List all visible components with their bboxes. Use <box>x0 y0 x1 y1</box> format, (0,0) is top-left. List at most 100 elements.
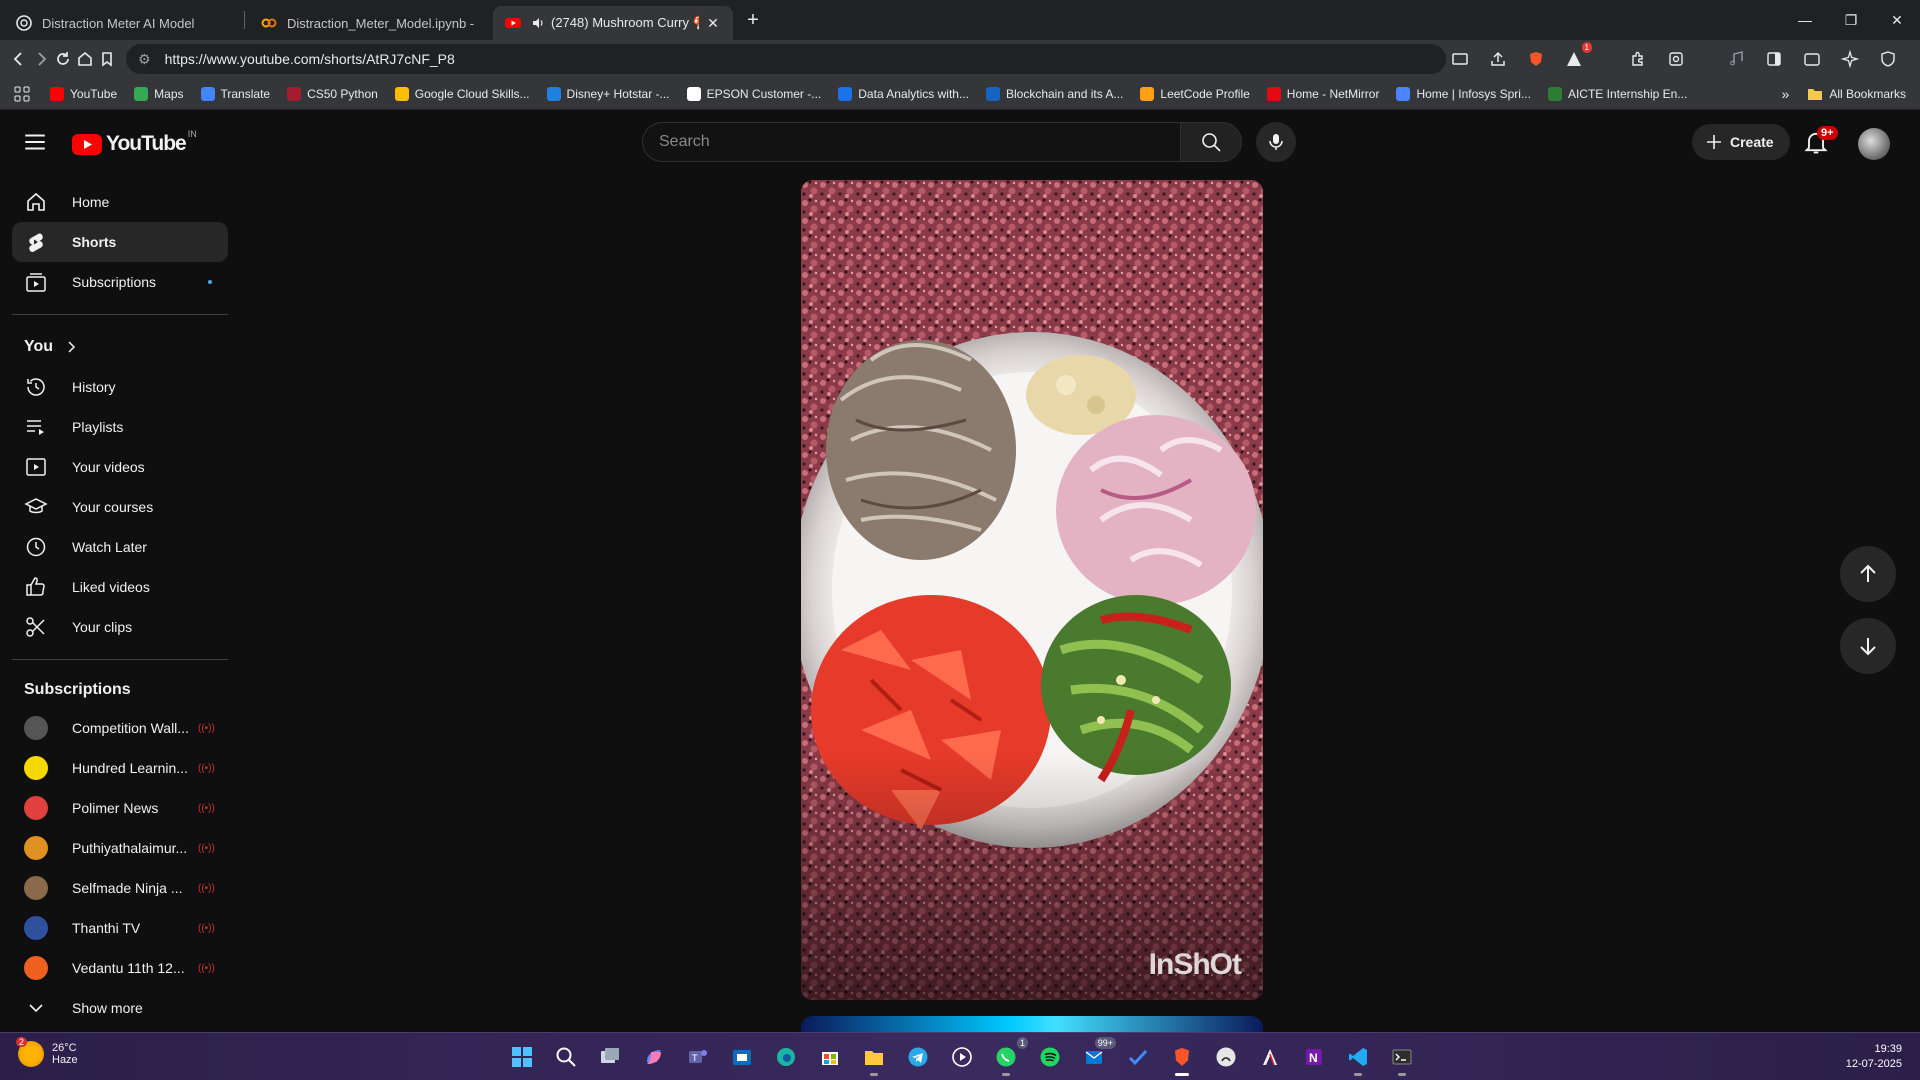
sidebar-toggle-icon[interactable] <box>1760 45 1788 73</box>
sidebar-channel-item[interactable]: Puthiyathalaimur... ((•)) <box>12 828 228 868</box>
home-browser-icon[interactable] <box>76 45 94 73</box>
back-icon[interactable] <box>10 45 28 73</box>
reload-icon[interactable] <box>54 45 72 73</box>
chevron-down-icon <box>29 1004 43 1013</box>
close-tab-icon[interactable]: ✕ <box>705 15 721 31</box>
sidebar-channel-item[interactable]: Vedantu 11th 12... ((•)) <box>12 948 228 988</box>
site-settings-icon[interactable]: ⚙ <box>138 51 151 68</box>
search-input[interactable] <box>642 122 1180 162</box>
bookmark-item[interactable]: Blockchain and its A... <box>985 86 1123 101</box>
sidebar-you-heading[interactable]: You <box>12 327 228 367</box>
address-bar[interactable]: ⚙ https://www.youtube.com/shorts/AtRJ7cN… <box>126 44 1446 74</box>
bookmark-item[interactable]: Google Cloud Skills... <box>394 86 530 101</box>
spotify-icon[interactable] <box>1032 1039 1068 1075</box>
bookmark-item[interactable]: Home | Infosys Spri... <box>1396 86 1531 101</box>
sidebar-item-liked-videos[interactable]: Liked videos <box>12 567 228 607</box>
sidebar-item-history[interactable]: History <box>12 367 228 407</box>
menu-icon[interactable] <box>1912 45 1920 73</box>
restore-icon[interactable]: ❐ <box>1828 0 1874 40</box>
microsoft-store-icon[interactable] <box>724 1039 760 1075</box>
screenshot-icon[interactable] <box>1662 45 1690 73</box>
create-button[interactable]: Create <box>1692 124 1790 160</box>
bookmark-item[interactable]: Home - NetMirror <box>1266 86 1379 101</box>
copilot-icon[interactable] <box>636 1039 672 1075</box>
search-button[interactable] <box>1180 122 1242 162</box>
wallet-icon[interactable] <box>1798 45 1826 73</box>
github-desktop-icon[interactable] <box>1208 1039 1244 1075</box>
browser-tab-youtube-short[interactable]: (2748) Mushroom Curry 🍄 # ✕ <box>493 6 733 40</box>
speaker-icon[interactable] <box>531 16 545 30</box>
shorts-video-player[interactable]: InShOt <box>801 180 1263 1000</box>
weather-widget[interactable]: 2 26°C Haze <box>16 1037 78 1067</box>
extensions-icon[interactable] <box>1624 45 1652 73</box>
page-scrollbar[interactable] <box>1912 174 1920 1032</box>
forward-icon[interactable] <box>32 45 50 73</box>
telegram-icon[interactable] <box>900 1039 936 1075</box>
vscode-icon[interactable] <box>1340 1039 1376 1076</box>
sidebar-item-home[interactable]: Home <box>12 182 228 222</box>
windows-start-icon[interactable] <box>504 1039 540 1075</box>
account-avatar[interactable] <box>1858 128 1890 160</box>
brave-rewards-icon[interactable]: 1 <box>1560 42 1592 73</box>
bookmark-item[interactable]: Data Analytics with... <box>838 86 969 101</box>
sidebar-item-watch-later[interactable]: Watch Later <box>12 527 228 567</box>
youtube-logo[interactable]: YouTube IN <box>72 129 197 156</box>
new-tab-button[interactable]: + <box>739 6 767 34</box>
show-more-button[interactable]: Show more <box>12 988 228 1028</box>
sidebar-item-playlists[interactable]: Playlists <box>12 407 228 447</box>
minimize-icon[interactable]: — <box>1782 0 1828 40</box>
bookmark-item[interactable]: Disney+ Hotstar -... <box>546 86 670 101</box>
bookmark-item[interactable]: AICTE Internship En... <box>1547 86 1687 101</box>
teams-icon[interactable]: T <box>680 1039 716 1075</box>
close-window-icon[interactable]: ✕ <box>1874 0 1920 40</box>
next-short-button[interactable] <box>1840 618 1896 674</box>
bookmark-item[interactable]: YouTube <box>50 86 117 101</box>
outlook-mail-icon[interactable]: 99+ <box>1076 1037 1116 1075</box>
sidebar-channel-item[interactable]: Thanthi TV ((•)) <box>12 908 228 948</box>
whatsapp-icon[interactable]: 1 <box>988 1037 1028 1076</box>
media-player-icon[interactable] <box>944 1039 980 1075</box>
vpn-icon[interactable] <box>1874 45 1902 73</box>
browser-tab-colab[interactable]: Distraction_Meter_Model.ipynb - Col <box>249 6 489 40</box>
system-clock[interactable]: 19:39 12-07-2025 <box>1846 1042 1902 1072</box>
bookmark-item[interactable]: Maps <box>134 86 184 101</box>
media-icon[interactable] <box>1722 45 1750 73</box>
bookmark-item[interactable]: LeetCode Profile <box>1140 86 1250 101</box>
share-icon[interactable] <box>1484 45 1512 73</box>
todo-icon[interactable] <box>1120 1039 1156 1075</box>
terminal-icon[interactable] <box>1384 1039 1420 1076</box>
browser-tab-distraction-meter[interactable]: Distraction Meter AI Model <box>4 6 244 40</box>
hamburger-menu-icon[interactable] <box>22 129 48 155</box>
next-short-preview[interactable] <box>801 1016 1263 1032</box>
previous-short-button[interactable] <box>1840 546 1896 602</box>
file-explorer-icon[interactable] <box>856 1039 892 1076</box>
onenote-icon[interactable]: N <box>1296 1039 1332 1075</box>
weather-badge: 2 <box>16 1037 28 1047</box>
sidebar-item-shorts[interactable]: Shorts <box>12 222 228 262</box>
sidebar-item-subscriptions[interactable]: Subscriptions <box>12 262 228 302</box>
sidebar-channel-item[interactable]: Competition Wall... ((•)) <box>12 708 228 748</box>
sidebar-item-your-courses[interactable]: Your courses <box>12 487 228 527</box>
sidebar-channel-item[interactable]: Hundred Learnin... ((•)) <box>12 748 228 788</box>
bookmark-icon[interactable] <box>98 45 116 73</box>
taskbar-search-icon[interactable] <box>548 1039 584 1075</box>
brave-shield-icon[interactable] <box>1522 45 1550 73</box>
leo-ai-icon[interactable] <box>1836 45 1864 73</box>
edge-icon[interactable] <box>768 1039 804 1075</box>
bookmark-item[interactable]: EPSON Customer -... <box>686 86 821 101</box>
bookmark-item[interactable]: CS50 Python <box>287 86 378 101</box>
cast-icon[interactable] <box>1446 45 1474 73</box>
sidebar-item-your-clips[interactable]: Your clips <box>12 607 228 647</box>
all-bookmarks-button[interactable]: All Bookmarks <box>1807 87 1906 101</box>
task-view-icon[interactable] <box>592 1039 628 1075</box>
voice-search-button[interactable] <box>1256 122 1296 162</box>
sidebar-channel-item[interactable]: Polimer News ((•)) <box>12 788 228 828</box>
microsoft-store-bag-icon[interactable] <box>812 1039 848 1075</box>
sidebar-item-your-videos[interactable]: Your videos <box>12 447 228 487</box>
bookmark-item[interactable]: Translate <box>200 86 270 101</box>
adobe-acrobat-icon[interactable] <box>1252 1039 1288 1075</box>
sidebar-channel-item[interactable]: Selfmade Ninja ... ((•)) <box>12 868 228 908</box>
apps-grid-icon[interactable] <box>14 86 30 102</box>
more-bookmarks-icon[interactable]: » <box>1782 86 1790 102</box>
brave-browser-icon[interactable] <box>1164 1039 1200 1076</box>
